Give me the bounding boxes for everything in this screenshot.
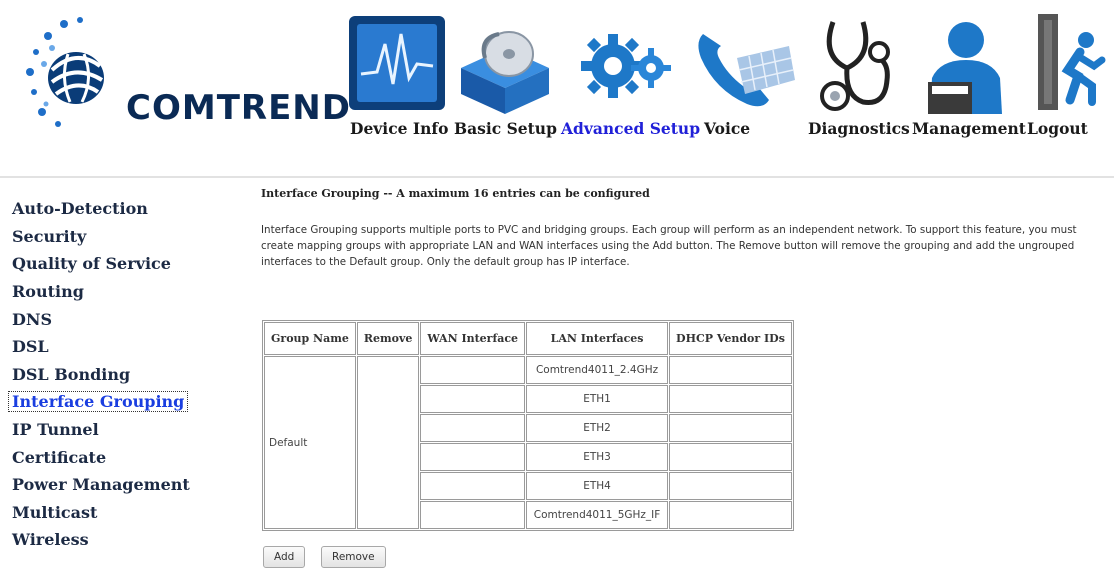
group-name-cell: Default bbox=[264, 356, 356, 529]
table-header-row: Group Name Remove WAN Interface LAN Inte… bbox=[264, 322, 792, 355]
nav-advanced-setup[interactable]: Advanced Setup bbox=[561, 119, 700, 138]
sidebar-item-interface-grouping[interactable]: Interface Grouping bbox=[7, 391, 189, 412]
gears-icon[interactable] bbox=[577, 20, 673, 116]
interface-group-table: Group Name Remove WAN Interface LAN Inte… bbox=[262, 320, 794, 531]
nav-diagnostics[interactable]: Diagnostics bbox=[808, 119, 910, 138]
sidebar-item-ip-tunnel[interactable]: IP Tunnel bbox=[12, 420, 99, 439]
exit-door-icon[interactable] bbox=[1030, 10, 1110, 118]
main-content: Interface Grouping -- A maximum 16 entri… bbox=[204, 178, 1114, 571]
sidebar-item-routing[interactable]: Routing bbox=[12, 282, 84, 301]
dhcp-vendor-id-cell bbox=[669, 385, 792, 413]
dhcp-vendor-id-cell bbox=[669, 414, 792, 442]
table-row: Default Comtrend4011_2.4GHz bbox=[264, 356, 792, 529]
lan-interface-cell: Comtrend4011_2.4GHz bbox=[526, 356, 669, 384]
wan-interface-cell bbox=[420, 414, 526, 442]
remove-button[interactable]: Remove bbox=[321, 546, 386, 568]
lan-interface-cell: ETH3 bbox=[526, 443, 669, 471]
sidebar-item-dsl[interactable]: DSL bbox=[12, 337, 49, 356]
lan-interface-cell: ETH1 bbox=[526, 385, 669, 413]
page-description: Interface Grouping supports multiple por… bbox=[261, 224, 1077, 268]
nav-logout[interactable]: Logout bbox=[1027, 119, 1088, 138]
wan-interface-cell bbox=[420, 356, 526, 384]
wan-interface-cell bbox=[420, 443, 526, 471]
sidebar-item-dns[interactable]: DNS bbox=[12, 310, 52, 329]
sidebar-item-security[interactable]: Security bbox=[12, 227, 86, 246]
stethoscope-icon[interactable] bbox=[817, 16, 903, 120]
comtrend-globe-icon bbox=[26, 17, 104, 127]
user-computer-icon[interactable] bbox=[920, 18, 1008, 120]
sidebar-item-wireless[interactable]: Wireless bbox=[12, 530, 89, 549]
nav-voice[interactable]: Voice bbox=[704, 119, 750, 138]
brand-name: COMTREND bbox=[126, 88, 351, 128]
wan-interface-cell bbox=[420, 385, 526, 413]
sidebar-item-multicast[interactable]: Multicast bbox=[12, 503, 97, 522]
sidebar-item-auto-detection[interactable]: Auto-Detection bbox=[12, 199, 148, 218]
sidebar-item-power-management[interactable]: Power Management bbox=[12, 475, 190, 494]
disc-box-icon[interactable] bbox=[455, 28, 555, 120]
dhcp-vendor-id-cell bbox=[669, 443, 792, 471]
nav-basic-setup[interactable]: Basic Setup bbox=[454, 119, 557, 138]
nav-device-info[interactable]: Device Info bbox=[350, 119, 448, 138]
dhcp-vendor-id-cell bbox=[669, 472, 792, 500]
dhcp-vendor-id-cell bbox=[669, 356, 792, 384]
waveform-monitor-icon[interactable] bbox=[347, 14, 447, 116]
lan-interface-cell: ETH2 bbox=[526, 414, 669, 442]
sidebar-item-quality-of-service[interactable]: Quality of Service bbox=[12, 254, 171, 273]
remove-cell bbox=[356, 356, 420, 529]
lan-interface-cell: ETH4 bbox=[526, 472, 669, 500]
column-header-dhcp-vendor-ids: DHCP Vendor IDs bbox=[669, 322, 792, 355]
column-header-remove: Remove bbox=[356, 322, 420, 355]
column-header-wan-interface: WAN Interface bbox=[420, 322, 526, 355]
page-title: Interface Grouping -- A maximum 16 entri… bbox=[261, 187, 650, 200]
dhcp-vendor-id-cell bbox=[669, 501, 792, 529]
wan-interface-cell bbox=[420, 472, 526, 500]
lan-interface-cell: Comtrend4011_5GHz_IF bbox=[526, 501, 669, 529]
phone-icon[interactable] bbox=[693, 24, 799, 118]
sidebar: Auto-Detection Security Quality of Servi… bbox=[0, 178, 204, 571]
comtrend-logo: COMTREND bbox=[18, 8, 350, 138]
add-button[interactable]: Add bbox=[263, 546, 306, 568]
column-header-group-name: Group Name bbox=[264, 322, 356, 355]
nav-management[interactable]: Management bbox=[912, 119, 1026, 138]
sidebar-item-certificate[interactable]: Certificate bbox=[12, 448, 106, 467]
header: COMTREND Device Info Basic Setup Advance… bbox=[0, 0, 1114, 178]
sidebar-item-dsl-bonding[interactable]: DSL Bonding bbox=[12, 365, 130, 384]
wan-interface-cell bbox=[420, 501, 526, 529]
column-header-lan-interfaces: LAN Interfaces bbox=[526, 322, 669, 355]
